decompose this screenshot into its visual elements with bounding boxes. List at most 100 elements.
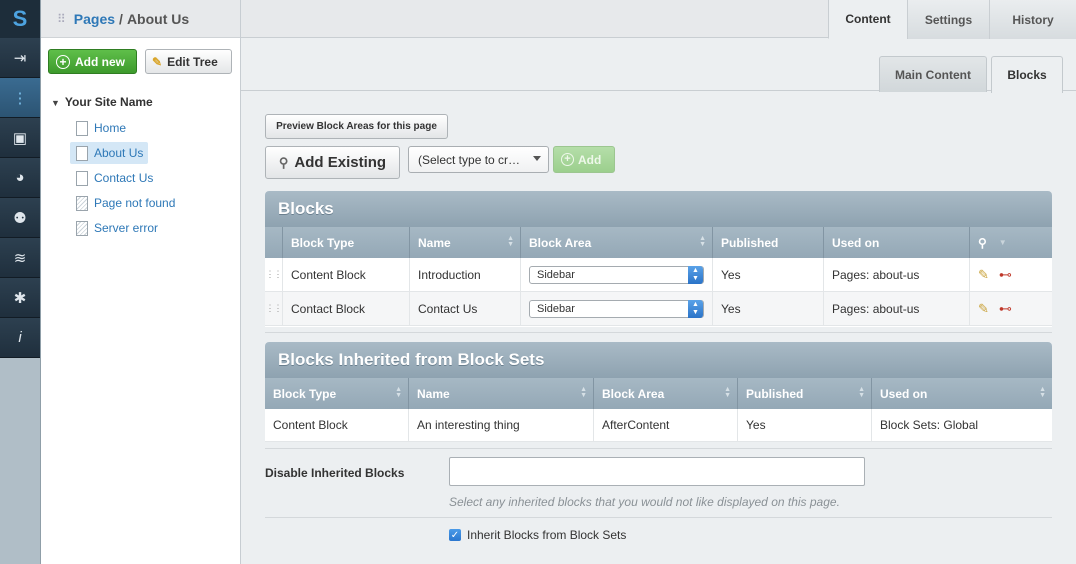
col-name[interactable]: Name ▲ ▼ [410,227,521,258]
unlink-icon[interactable]: ⊷ [999,267,1012,283]
collapse-triangle-icon[interactable]: ▼ [51,98,60,108]
tree-item-label: Server error [94,221,159,235]
unlink-icon[interactable]: ⊷ [999,301,1012,317]
tree-item-about-us[interactable]: About Us [70,142,149,164]
blocks-grid: Blocks Block Type Name ▲ ▼ Block Area ▲ ▼ Pu… [265,191,1052,327]
edit-icon[interactable]: ✎ [978,267,989,283]
breadcrumb-pages-link[interactable]: Pages [74,11,115,27]
divider [265,517,1052,518]
table-row[interactable]: ⋮⋮ Content Block Introduction Sidebar ▲ ▼ … [265,258,1052,292]
blocks-grid-header: Block Type Name ▲ ▼ Block Area ▲ ▼ Published… [265,227,1052,258]
page-icon [76,145,88,161]
tree-item-label: Contact Us [94,171,154,185]
tree-item-label: About Us [94,146,144,160]
block-area-value: Sidebar [537,268,575,281]
tab-content[interactable]: Content [828,0,907,39]
cell-name: Contact Us [410,292,521,325]
breadcrumb-separator: / [119,10,123,27]
cell-used-on: Pages: about-us [824,258,970,291]
main-menu-rail: S ⇥ ⋮ ▣ ◕ ⚉ ≋ ✱ i [0,0,41,564]
col-published[interactable]: Published [713,227,824,258]
inherit-blocks-checkbox-row[interactable]: ✓ Inherit Blocks from Block Sets [449,528,626,542]
chevron-down-icon[interactable]: ▼ [999,238,1007,247]
sort-icon[interactable]: ▲ ▼ [724,386,731,399]
cell-block-area: AfterContent [594,409,738,441]
drag-handle-icon[interactable]: ⋮⋮ [265,258,283,291]
block-type-select-value: (Select type to cr… [418,152,521,167]
search-icon[interactable]: ⚲ [978,236,987,250]
tree-item-home[interactable]: Home [70,117,131,139]
sort-icon[interactable]: ▲ ▼ [580,386,587,399]
disable-inherited-label: Disable Inherited Blocks [265,466,405,480]
cell-block-type: Contact Block [283,292,410,325]
cell-block-type: Content Block [283,258,410,291]
cell-name: An interesting thing [409,409,594,441]
tree-item-page-not-found[interactable]: Page not found [70,192,180,214]
users-icon[interactable]: ⚉ [0,198,40,238]
disable-inherited-hint: Select any inherited blocks that you wou… [449,495,840,509]
database-icon[interactable]: ≋ [0,238,40,278]
page-icon [76,120,88,136]
cell-used-on: Pages: about-us [824,292,970,325]
sort-icon[interactable]: ▲ ▼ [858,386,865,399]
table-row[interactable]: Content Block An interesting thing After… [265,409,1052,442]
divider [265,448,1052,449]
settings-icon[interactable]: ✱ [0,278,40,318]
add-new-button[interactable]: + Add new [48,49,137,74]
add-block-button[interactable]: + Add [553,146,615,173]
col-label: Block Type [273,386,337,401]
image-icon[interactable]: ▣ [0,118,40,158]
col-block-type[interactable]: Block Type [283,227,410,258]
disable-inherited-field[interactable] [449,457,865,486]
sort-icon[interactable]: ▲ ▼ [699,235,706,248]
site-root-node[interactable]: ▼ Your Site Name [51,95,153,109]
breadcrumb-current: About Us [126,10,190,27]
drag-handle-icon[interactable]: ⋮⋮ [265,292,283,325]
col-used-on[interactable]: Used on ▲ ▼ [872,378,1052,409]
add-existing-button[interactable]: ⚲ Add Existing [265,146,400,179]
table-row[interactable]: ⋮⋮ Contact Block Contact Us Sidebar ▲ ▼ Ye… [265,292,1052,326]
logout-icon[interactable]: ⇥ [0,38,40,78]
search-column-header[interactable]: ⚲ ▼ [970,227,1052,258]
blocks-grid-title: Blocks [265,191,1052,227]
cell-published: Yes [713,292,824,325]
cell-published: Yes [738,409,872,441]
preview-block-areas-button[interactable]: Preview Block Areas for this page [265,114,448,139]
col-name[interactable]: Name ▲ ▼ [409,378,594,409]
add-label: Add [578,152,602,167]
col-block-area[interactable]: Block Area ▲ ▼ [594,378,738,409]
inherit-blocks-checkbox[interactable]: ✓ [449,529,461,541]
cell-published: Yes [713,258,824,291]
site-name: Your Site Name [64,95,153,109]
sort-icon[interactable]: ▲ ▼ [507,235,514,248]
tab-history[interactable]: History [989,0,1076,39]
info-icon[interactable]: i [0,318,40,358]
tab-main-content[interactable]: Main Content [879,56,987,92]
sitetree-icon[interactable]: ⋮ [0,78,40,118]
col-label: Used on [880,386,928,401]
reports-icon[interactable]: ◕ [0,158,40,198]
updown-icon: ▲ ▼ [688,299,703,318]
page-icon [76,170,88,186]
sort-icon[interactable]: ▲ ▼ [1039,386,1046,399]
col-label: Published [746,386,804,401]
site-tree-panel: ⠿ Pages / About Us + Add new ✎ Edit Tree ▼… [41,0,241,564]
inherited-grid-header: Block Type ▲ ▼ Name ▲ ▼ Block Area ▲ ▼ Publish… [265,378,1052,409]
block-area-select[interactable]: Sidebar ▲ ▼ [529,265,704,284]
block-type-select[interactable]: (Select type to cr… [408,146,549,173]
logo-icon[interactable]: S [0,0,40,38]
block-area-select[interactable]: Sidebar ▲ ▼ [529,299,704,318]
col-label: Block Type [291,235,355,250]
edit-icon[interactable]: ✎ [978,301,989,317]
col-block-type[interactable]: Block Type ▲ ▼ [265,378,409,409]
tree-item-contact-us[interactable]: Contact Us [70,167,158,189]
col-published[interactable]: Published ▲ ▼ [738,378,872,409]
col-block-area[interactable]: Block Area ▲ ▼ [521,227,713,258]
tab-settings[interactable]: Settings [907,0,989,39]
col-used-on[interactable]: Used on [824,227,970,258]
tree-item-server-error[interactable]: Server error [70,217,163,239]
edit-tree-button[interactable]: ✎ Edit Tree [145,49,232,74]
tab-blocks[interactable]: Blocks [991,56,1063,93]
sort-icon[interactable]: ▲ ▼ [395,386,402,399]
chevron-down-icon [533,156,541,161]
